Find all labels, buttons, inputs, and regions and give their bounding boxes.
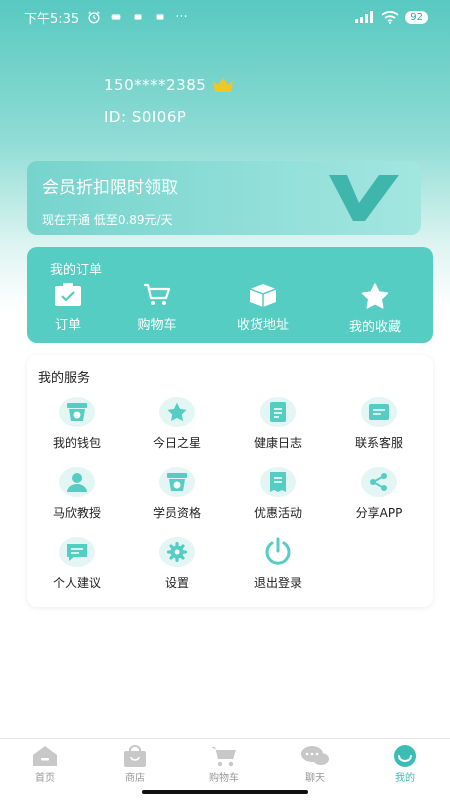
notification-icon xyxy=(156,14,164,20)
service-label: 今日之星 xyxy=(152,436,201,450)
notification-icon xyxy=(111,14,121,20)
star-icon xyxy=(159,397,195,427)
tab-label: 我的 xyxy=(395,773,415,784)
order-item-address[interactable]: 收货地址 xyxy=(218,283,308,333)
tab-mine[interactable]: 我的 xyxy=(375,745,435,784)
package-box-icon xyxy=(249,284,277,307)
crown-icon xyxy=(213,78,234,92)
service-label: 优惠活动 xyxy=(253,506,302,520)
service-label: 健康日志 xyxy=(253,436,302,450)
chat-icon xyxy=(59,537,95,567)
battery-indicator: 92 xyxy=(405,10,428,24)
status-time: 下午5:35 xyxy=(24,11,80,27)
service-star-of-day[interactable]: 今日之星 xyxy=(127,397,227,451)
tab-shop[interactable]: 商店 xyxy=(105,745,165,784)
service-label: 联系客服 xyxy=(354,436,403,450)
vip-banner-title: 会员折扣限时领取 xyxy=(42,178,178,198)
service-label: 分享APP xyxy=(355,506,403,520)
service-customer-support[interactable]: 联系客服 xyxy=(329,397,429,451)
shop-bag-icon xyxy=(124,745,146,767)
order-item-orders[interactable]: 订单 xyxy=(23,283,113,333)
wifi-icon xyxy=(381,10,399,24)
service-label: 我的钱包 xyxy=(52,436,101,450)
share-icon xyxy=(361,467,397,497)
tab-home[interactable]: 首页 xyxy=(15,745,75,784)
service-logout[interactable]: 退出登录 xyxy=(228,537,328,591)
service-wallet[interactable]: 我的钱包 xyxy=(27,397,127,451)
home-indicator xyxy=(142,790,308,794)
service-student-qualification[interactable]: 学员资格 xyxy=(127,467,227,521)
order-clipboard-icon xyxy=(55,283,81,306)
order-item-cart[interactable]: 购物车 xyxy=(112,283,202,333)
tab-label: 首页 xyxy=(35,773,55,784)
power-icon xyxy=(260,537,296,567)
service-label: 个人建议 xyxy=(52,576,101,590)
service-label: 学员资格 xyxy=(152,506,201,520)
chat-bubbles-icon xyxy=(301,746,329,765)
coupon-list-icon xyxy=(260,467,296,497)
tab-label: 购物车 xyxy=(209,773,239,784)
my-services-heading: 我的服务 xyxy=(38,371,91,386)
wallet-badge-icon xyxy=(59,397,95,427)
gear-icon xyxy=(159,537,195,567)
vip-banner[interactable]: 会员折扣限时领取 现在开通 低至0.89元/天 xyxy=(27,161,421,235)
service-share-app[interactable]: 分享APP xyxy=(329,467,429,521)
my-orders-heading: 我的订单 xyxy=(50,263,103,278)
tab-cart[interactable]: 购物车 xyxy=(194,745,254,784)
order-item-label: 订单 xyxy=(54,318,81,333)
signal-icon xyxy=(355,11,374,23)
badge-icon xyxy=(159,467,195,497)
tab-label: 聊天 xyxy=(305,773,325,784)
document-icon xyxy=(260,397,296,427)
tab-label: 商店 xyxy=(125,773,145,784)
order-item-favorites[interactable]: 我的收藏 xyxy=(330,283,420,335)
service-label: 设置 xyxy=(164,576,189,590)
service-health-log[interactable]: 健康日志 xyxy=(228,397,328,451)
cart-icon xyxy=(144,283,171,305)
my-services-card: 我的服务 我的钱包 今日之星 健康日志 联系客服 马欣教授 学员资格 优惠活动 … xyxy=(27,355,433,607)
service-settings[interactable]: 设置 xyxy=(127,537,227,591)
status-bar: 下午5:35 ··· 92 xyxy=(24,6,428,28)
home-icon xyxy=(33,746,57,766)
service-label: 退出登录 xyxy=(253,576,302,590)
order-item-label: 收货地址 xyxy=(236,318,289,333)
tab-chat[interactable]: 聊天 xyxy=(285,745,345,784)
smile-profile-icon xyxy=(394,745,416,767)
vip-banner-subtitle: 现在开通 低至0.89元/天 xyxy=(42,213,173,227)
person-icon xyxy=(59,467,95,497)
notification-icon xyxy=(134,14,142,20)
profile-info[interactable]: 150****2385 ID: S0I06P xyxy=(104,76,234,126)
service-professor[interactable]: 马欣教授 xyxy=(27,467,127,521)
vip-logo-icon xyxy=(329,175,399,221)
message-icon xyxy=(361,397,397,427)
star-icon xyxy=(361,283,389,309)
cart-icon xyxy=(211,747,236,767)
order-item-label: 购物车 xyxy=(137,318,177,333)
service-label: 马欣教授 xyxy=(52,506,101,520)
order-item-label: 我的收藏 xyxy=(348,320,401,335)
service-suggestions[interactable]: 个人建议 xyxy=(27,537,127,591)
status-more: ··· xyxy=(175,9,188,25)
alarm-icon xyxy=(88,11,100,24)
my-orders-card: 我的订单 订单 购物车 收货地址 我的收藏 xyxy=(27,247,433,343)
profile-phone: 150****2385 xyxy=(104,76,207,94)
service-promotions[interactable]: 优惠活动 xyxy=(228,467,328,521)
profile-phone-row: 150****2385 xyxy=(104,76,234,94)
profile-uid: ID: S0I06P xyxy=(104,108,187,126)
